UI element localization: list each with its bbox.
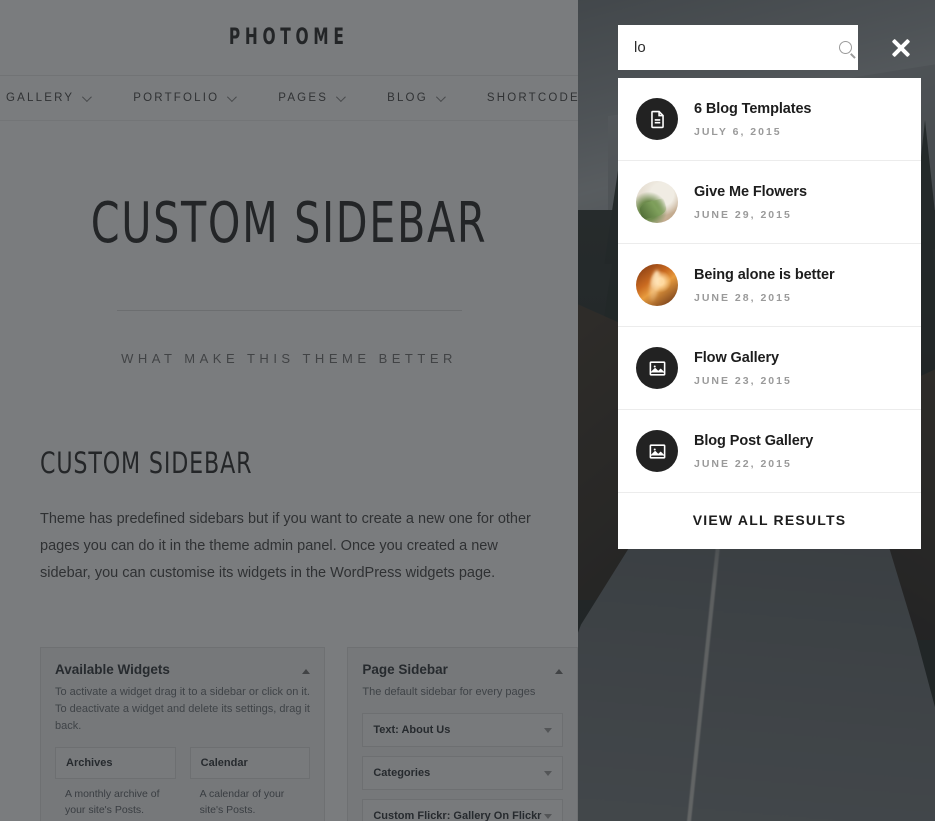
search-result-text: Give Me Flowers JUNE 29, 2015 — [694, 183, 807, 221]
search-input[interactable] — [634, 39, 833, 56]
search-result-date: JULY 6, 2015 — [694, 126, 782, 138]
search-result-title: Give Me Flowers — [694, 184, 807, 200]
photo-thumbnail — [636, 181, 678, 223]
search-result-text: 6 Blog Templates JULY 6, 2015 — [694, 100, 811, 138]
search-result-title: Flow Gallery — [694, 350, 780, 366]
search-overlay: 6 Blog Templates JULY 6, 2015 Give Me Fl… — [0, 0, 935, 821]
image-icon — [636, 347, 678, 389]
search-result-date: JUNE 29, 2015 — [694, 209, 792, 221]
search-result-text: Blog Post Gallery JUNE 22, 2015 — [694, 432, 813, 470]
search-result-text: Flow Gallery JUNE 23, 2015 — [694, 349, 792, 387]
search-result-text: Being alone is better JUNE 28, 2015 — [694, 266, 835, 304]
close-icon[interactable] — [886, 33, 916, 63]
image-icon — [636, 430, 678, 472]
photo-thumbnail — [636, 264, 678, 306]
search-box — [618, 25, 858, 70]
search-icon[interactable] — [839, 41, 852, 54]
search-results-dropdown: 6 Blog Templates JULY 6, 2015 Give Me Fl… — [618, 78, 921, 549]
search-result-title: 6 Blog Templates — [694, 101, 812, 117]
search-result-row[interactable]: Flow Gallery JUNE 23, 2015 — [618, 327, 921, 410]
search-result-title: Blog Post Gallery — [694, 433, 814, 449]
document-icon — [636, 98, 678, 140]
search-result-date: JUNE 28, 2015 — [694, 292, 792, 304]
search-result-date: JUNE 22, 2015 — [694, 458, 792, 470]
search-result-row[interactable]: Give Me Flowers JUNE 29, 2015 — [618, 161, 921, 244]
page-stage: PHOTOME GALLERY PORTFOLIO PAGES BLOG SHO… — [0, 0, 935, 821]
search-result-title: Being alone is better — [694, 267, 835, 283]
search-result-row[interactable]: Blog Post Gallery JUNE 22, 2015 — [618, 410, 921, 493]
view-all-results-button[interactable]: VIEW ALL RESULTS — [618, 493, 921, 549]
search-result-row[interactable]: 6 Blog Templates JULY 6, 2015 — [618, 78, 921, 161]
search-result-date: JUNE 23, 2015 — [694, 375, 792, 387]
search-result-row[interactable]: Being alone is better JUNE 28, 2015 — [618, 244, 921, 327]
